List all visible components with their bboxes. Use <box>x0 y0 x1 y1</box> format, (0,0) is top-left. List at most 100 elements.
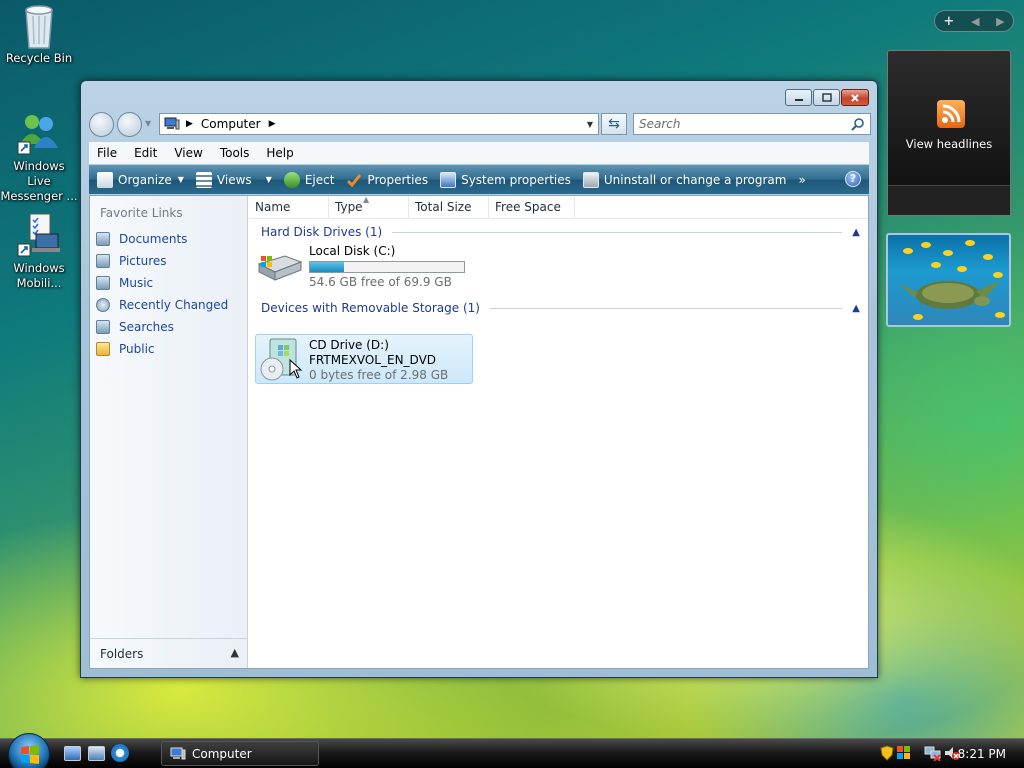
breadcrumb-computer[interactable]: Computer <box>201 117 261 131</box>
refresh-button[interactable]: ⇆ <box>601 113 627 135</box>
sidebar-controls: + ◀ ▶ <box>934 10 1014 32</box>
folder-icon <box>96 342 110 356</box>
nav-item-searches[interactable]: Searches <box>96 316 228 338</box>
properties-button[interactable]: Properties <box>340 165 434 194</box>
next-icon[interactable]: ▶ <box>996 15 1004 28</box>
address-bar[interactable]: ▶ Computer ▶ ▼ <box>159 113 599 135</box>
add-gadget-icon[interactable]: + <box>943 14 954 29</box>
search-input[interactable]: Search <box>633 113 871 135</box>
menu-view[interactable]: View <box>172 146 211 160</box>
music-icon <box>96 276 110 290</box>
column-label: Free Space <box>495 200 561 214</box>
internet-explorer-icon[interactable] <box>111 744 129 762</box>
taskbar-button-computer[interactable]: Computer <box>161 741 319 766</box>
address-dropdown-icon[interactable]: ▼ <box>587 120 593 129</box>
folders-toggle[interactable]: Folders ▲ <box>90 638 247 668</box>
windows-update-icon[interactable] <box>896 745 912 761</box>
views-label: Views <box>216 172 252 187</box>
previous-icon[interactable]: ◀ <box>971 15 979 28</box>
column-name[interactable]: Name <box>249 196 329 218</box>
column-free-space[interactable]: Free Space <box>489 196 575 218</box>
desktop-icon-label: Recycle Bin <box>5 51 73 65</box>
recycle-bin-icon <box>16 2 62 49</box>
column-type[interactable]: ▲ Type <box>329 195 409 218</box>
eject-button[interactable]: Eject <box>278 165 341 194</box>
organize-button[interactable]: Organize ▼ <box>89 165 190 194</box>
uninstall-program-button[interactable]: Uninstall or change a program <box>577 165 793 194</box>
mouse-cursor-icon <box>289 359 303 379</box>
security-shield-icon[interactable] <box>880 745 894 761</box>
chevron-up-icon: ▲ <box>230 646 239 659</box>
drive-volume-label: FRTMEXVOL_EN_DVD <box>309 353 437 367</box>
column-headers: Name ▲ Type Total Size Free Space <box>249 195 868 219</box>
pictures-icon <box>96 254 110 268</box>
maximize-button[interactable] <box>813 89 840 106</box>
back-button[interactable] <box>89 112 114 137</box>
menu-tools[interactable]: Tools <box>218 146 259 160</box>
minimize-button[interactable] <box>785 89 812 106</box>
show-desktop-icon[interactable] <box>64 746 81 761</box>
favorite-links-title: Favorite Links <box>100 206 183 220</box>
switch-windows-icon[interactable] <box>88 746 105 761</box>
recent-pages-chevron-icon[interactable]: ▼ <box>145 119 151 128</box>
desktop-icon-messenger[interactable]: Windows Live Messenger ... <box>0 110 78 204</box>
drive-usage-fill <box>310 262 344 272</box>
computer-icon <box>170 747 186 759</box>
column-total-size[interactable]: Total Size <box>409 196 489 218</box>
chevron-down-icon: ▼ <box>177 175 184 184</box>
more-commands-button[interactable]: » <box>792 165 811 194</box>
breadcrumb-arrow-icon[interactable]: ▶ <box>186 119 193 129</box>
drive-local-disk-c[interactable]: Local Disk (C:) 54.6 GB free of 69.9 GB <box>255 244 465 289</box>
views-button[interactable]: Views ▼ <box>190 165 278 194</box>
desktop-icon-windows-mobile[interactable]: Windows Mobili... <box>0 212 78 291</box>
group-header-removable-storage[interactable]: Devices with Removable Storage (1) ▲ <box>261 299 860 317</box>
nav-item-label: Pictures <box>119 254 167 268</box>
favorite-links-list: Documents Pictures Music Recently Change… <box>96 228 228 360</box>
refresh-icon: ⇆ <box>608 116 620 132</box>
window-controls <box>784 89 869 106</box>
sort-indicator-icon: ▲ <box>363 195 370 204</box>
menu-edit[interactable]: Edit <box>132 146 166 160</box>
desktop-icon-recycle-bin[interactable]: Recycle Bin <box>0 2 78 66</box>
view-headlines-link[interactable]: View headlines <box>888 137 1010 151</box>
group-header-hard-disk-drives[interactable]: Hard Disk Drives (1) ▲ <box>261 223 860 241</box>
slideshow-gadget[interactable] <box>886 233 1011 327</box>
start-button[interactable] <box>8 733 50 768</box>
clock[interactable]: 8:21 PM <box>958 747 1006 761</box>
close-button[interactable] <box>841 89 869 106</box>
feed-headlines-gadget[interactable]: View headlines <box>887 50 1011 216</box>
group-title: Hard Disk Drives (1) <box>261 225 383 239</box>
collapse-chevron-icon[interactable]: ▲ <box>852 227 860 238</box>
drive-cd-d[interactable]: CD Drive (D:) FRTMEXVOL_EN_DVD 0 bytes f… <box>255 334 473 384</box>
minimize-icon <box>794 98 803 101</box>
network-icon[interactable] <box>924 745 942 761</box>
menu-help[interactable]: Help <box>264 146 302 160</box>
nav-item-label: Music <box>119 276 154 290</box>
navigation-pane: Favorite Links Documents Pictures Music … <box>90 196 248 668</box>
menu-file[interactable]: File <box>95 146 126 160</box>
search-icon[interactable] <box>851 117 865 131</box>
help-icon[interactable]: ? <box>845 171 861 187</box>
computer-icon <box>164 117 180 130</box>
system-properties-button[interactable]: System properties <box>434 165 577 194</box>
programs-icon <box>582 171 599 188</box>
nav-item-recently-changed[interactable]: Recently Changed <box>96 294 228 316</box>
uninstall-label: Uninstall or change a program <box>603 172 787 187</box>
windows-mobile-icon <box>16 212 62 258</box>
desktop-icon-label: Windows Mobili... <box>13 261 65 290</box>
windows-logo-icon <box>21 745 39 764</box>
nav-item-music[interactable]: Music <box>96 272 228 294</box>
nav-item-pictures[interactable]: Pictures <box>96 250 228 272</box>
collapse-chevron-icon[interactable]: ▲ <box>852 303 860 314</box>
forward-button[interactable] <box>117 112 142 137</box>
drive-free-space: 0 bytes free of 2.98 GB <box>309 368 449 382</box>
chevron-down-icon: ▼ <box>265 175 272 184</box>
views-icon <box>195 171 212 188</box>
rss-icon <box>937 100 965 128</box>
searches-icon <box>96 320 110 334</box>
nav-item-documents[interactable]: Documents <box>96 228 228 250</box>
hard-drive-icon <box>255 244 305 284</box>
checkmark-icon <box>346 172 362 188</box>
breadcrumb-arrow-icon[interactable]: ▶ <box>269 119 276 129</box>
nav-item-public[interactable]: Public <box>96 338 228 360</box>
